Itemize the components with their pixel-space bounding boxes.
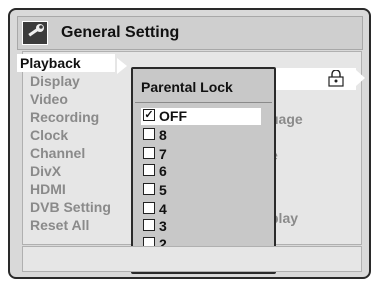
option-3[interactable]: 3 xyxy=(143,218,167,235)
menu-item-recording[interactable]: Recording xyxy=(30,108,99,126)
option-6[interactable]: 6 xyxy=(143,163,167,180)
option-4[interactable]: 4 xyxy=(143,201,167,218)
menu-item-clock[interactable]: Clock xyxy=(30,126,68,144)
checkbox-icon xyxy=(143,219,155,232)
option-label: OFF xyxy=(159,108,187,124)
menu-item-divx[interactable]: DivX xyxy=(30,162,61,180)
checkbox-icon xyxy=(143,183,155,196)
option-label: 6 xyxy=(159,163,167,179)
option-7[interactable]: 7 xyxy=(143,146,167,163)
checkbox-icon xyxy=(143,128,155,141)
option-label: 5 xyxy=(159,182,167,198)
menu-item-channel[interactable]: Channel xyxy=(30,144,85,162)
submenu-arrow-icon xyxy=(356,70,365,86)
option-label: 3 xyxy=(159,218,167,234)
menu-item-reset-all[interactable]: Reset All xyxy=(30,216,89,234)
parental-lock-popup: Parental Lock ✓OFF 8 7 6 5 4 3 2 1 xyxy=(131,67,276,274)
bottom-bar xyxy=(22,246,362,272)
menu-item-video[interactable]: Video xyxy=(30,90,68,108)
option-8[interactable]: 8 xyxy=(143,127,167,144)
settings-window: General Setting Playback Display Video R… xyxy=(8,8,371,279)
menu-item-playback[interactable]: Playback xyxy=(17,54,115,72)
checkbox-icon xyxy=(143,202,155,215)
wrench-icon xyxy=(22,21,48,45)
lock-icon xyxy=(328,69,344,87)
checked-checkbox-icon: ✓ xyxy=(143,109,155,122)
checkbox-icon xyxy=(143,164,155,177)
popup-title: Parental Lock xyxy=(141,79,233,95)
option-label: 7 xyxy=(159,146,167,162)
option-off[interactable]: ✓ OFF xyxy=(141,108,261,125)
title-bar: General Setting xyxy=(17,16,363,50)
option-label: 4 xyxy=(159,201,167,217)
menu-item-hdmi[interactable]: HDMI xyxy=(30,180,66,198)
option-5[interactable]: 5 xyxy=(143,182,167,199)
menu-item-display[interactable]: Display xyxy=(30,72,80,90)
option-label: 8 xyxy=(159,127,167,143)
page-title: General Setting xyxy=(61,24,180,41)
checkbox-icon xyxy=(143,147,155,160)
selected-arrow-icon xyxy=(117,58,127,74)
popup-divider xyxy=(135,102,272,103)
menu-item-dvb-setting[interactable]: DVB Setting xyxy=(30,198,111,216)
